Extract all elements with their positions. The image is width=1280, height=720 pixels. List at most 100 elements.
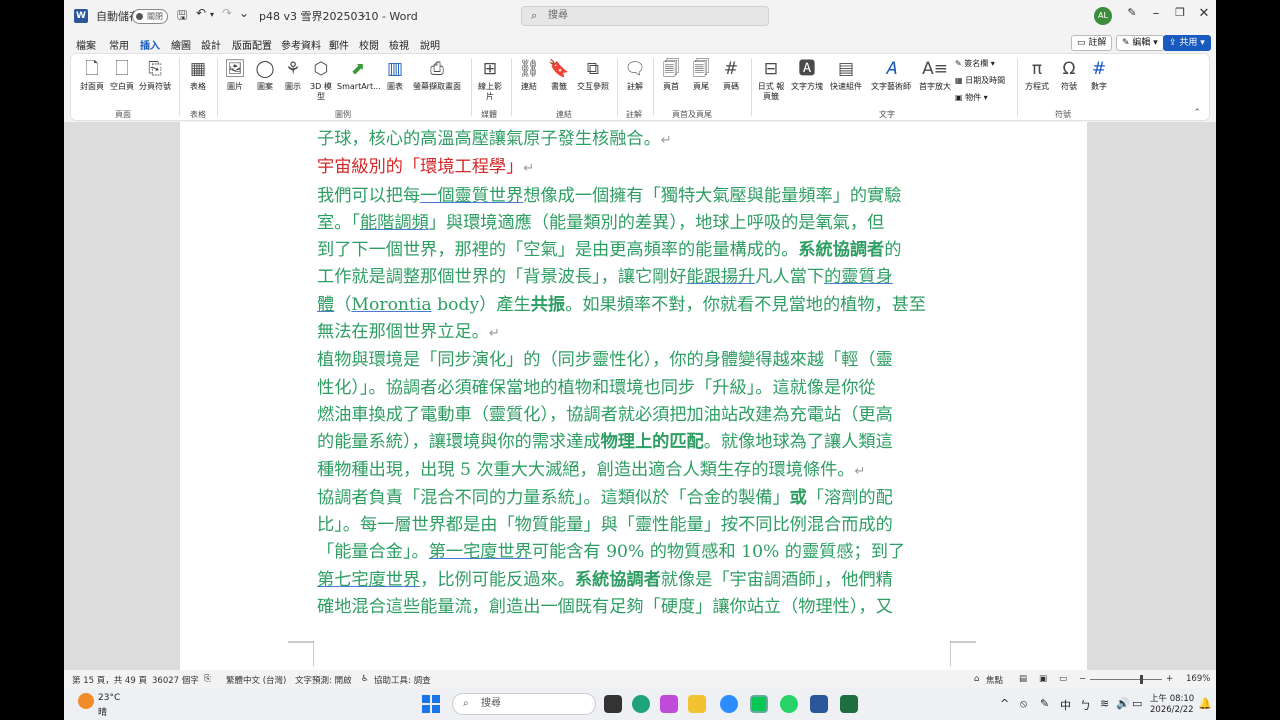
tab-home[interactable]: 常用 xyxy=(109,37,129,52)
online-video-button[interactable]: ⊞ 線上影片 xyxy=(475,58,505,102)
tab-file[interactable]: 檔案 xyxy=(76,37,96,52)
text-box-button[interactable]: 🅰 文字方塊 xyxy=(789,58,825,92)
redo-icon[interactable]: ↷ xyxy=(222,6,232,20)
pictures-button[interactable]: 🖼 圖片 xyxy=(221,58,249,92)
avatar[interactable]: AL xyxy=(1094,7,1112,25)
proofing-icon[interactable]: ⎘ xyxy=(204,674,211,684)
tab-draw[interactable]: 繪圖 xyxy=(171,37,191,52)
zoom-out-icon[interactable]: − xyxy=(1079,674,1086,684)
zoom-in-icon[interactable]: + xyxy=(1166,674,1173,684)
editing-button[interactable]: ✎ 編輯 ▾ xyxy=(1116,35,1164,51)
document-page[interactable]: 子球，核心的高溫高壓讓氣原子發生核融合。↵ 宇宙級別的「環境工程學」↵ 我們可以… xyxy=(180,122,1087,670)
task-view-icon[interactable] xyxy=(604,695,622,713)
text-prediction[interactable]: 文字預測: 開啟 xyxy=(295,674,352,686)
autosave-toggle[interactable]: 關閉 xyxy=(132,9,168,24)
cover-page-button[interactable]: 🗋 封面頁 xyxy=(77,58,107,92)
quick-parts-button[interactable]: ⊟ 日式 報頁籤 xyxy=(755,58,787,102)
header-button[interactable]: 🗐 頁首 xyxy=(657,58,685,92)
collapse-ribbon-icon[interactable]: ⌃ xyxy=(1193,108,1201,118)
word-count[interactable]: 36027 個字 xyxy=(152,674,199,686)
accessibility-icon[interactable]: ♿ xyxy=(361,674,369,684)
word-taskbar-icon[interactable] xyxy=(810,695,828,713)
share-button[interactable]: ⇪ 共用 ▾ xyxy=(1163,35,1211,51)
copilot-icon[interactable] xyxy=(660,695,678,713)
volume-icon[interactable]: 🔊 xyxy=(1116,697,1130,710)
weather-temp[interactable]: 23°C xyxy=(98,693,120,703)
comment-button[interactable]: 🗨 註解 xyxy=(621,58,649,92)
battery-saver-icon[interactable]: ⦸ xyxy=(1020,697,1027,711)
drop-cap-button[interactable]: A≡ 首字放大 xyxy=(917,58,953,92)
page-number-button[interactable]: # 頁碼 xyxy=(717,58,745,92)
undo-icon[interactable]: ↶ xyxy=(196,6,206,20)
shapes-button[interactable]: ◯ 圖案 xyxy=(251,58,279,92)
zoom-app-icon[interactable] xyxy=(720,695,738,713)
chart-button[interactable]: ▥ 圖表 xyxy=(381,58,409,92)
ime-language[interactable]: 中 xyxy=(1060,697,1071,713)
tab-references[interactable]: 參考資料 xyxy=(281,37,321,52)
wifi-icon[interactable]: ≋ xyxy=(1100,697,1109,710)
line-app-icon[interactable] xyxy=(750,695,768,713)
screenshot-button[interactable]: ⎙ 螢幕擷取畫面 xyxy=(409,58,465,92)
icons-button[interactable]: ⚘ 圖示 xyxy=(281,58,305,92)
symbol-button[interactable]: Ω 符號 xyxy=(1055,58,1083,92)
tab-view[interactable]: 檢視 xyxy=(389,37,409,52)
print-layout-icon[interactable]: ▣ xyxy=(1039,674,1047,684)
clock-date[interactable]: 2026/2/22 xyxy=(1150,705,1194,715)
focus-mode[interactable]: 焦點 xyxy=(986,674,1003,686)
excel-taskbar-icon[interactable] xyxy=(840,695,858,713)
blank-page-button[interactable]: 🗌 空白頁 xyxy=(107,58,137,92)
chevron-up-icon[interactable]: ^ xyxy=(1000,697,1009,710)
restore-icon[interactable]: ❐ xyxy=(1170,6,1190,19)
minimize-icon[interactable]: – xyxy=(1146,6,1166,21)
comments-button[interactable]: ▭ 註解 xyxy=(1071,35,1113,51)
link-button[interactable]: ⛓ 連結 xyxy=(515,58,543,92)
table-button[interactable]: ▦ 表格 xyxy=(183,58,213,92)
tab-mailings[interactable]: 郵件 xyxy=(329,37,349,52)
taskbar-search[interactable]: ⌕ 搜尋 xyxy=(452,693,596,715)
zoom-level[interactable]: 169% xyxy=(1186,674,1210,684)
document-body[interactable]: 子球，核心的高溫高壓讓氣原子發生核融合。↵ 宇宙級別的「環境工程學」↵ 我們可以… xyxy=(317,126,957,621)
undo-dropdown-icon[interactable]: ▾ xyxy=(210,10,214,19)
equation-button[interactable]: π 方程式 xyxy=(1021,58,1053,92)
onenote-icon[interactable]: ✎ xyxy=(1040,697,1049,710)
windows-start-icon[interactable] xyxy=(422,695,440,713)
cross-reference-button[interactable]: ⧉ 交互參照 xyxy=(573,58,613,92)
accessibility-status[interactable]: 協助工具: 調查 xyxy=(374,674,431,686)
tab-design[interactable]: 設計 xyxy=(201,37,221,52)
signature-line-button[interactable]: ✎ 簽名欄 ▾ xyxy=(955,58,995,69)
whatsapp-icon[interactable] xyxy=(780,695,798,713)
weather-icon[interactable] xyxy=(78,693,94,709)
clock-time[interactable]: 上午 08:10 xyxy=(1150,692,1194,704)
date-time-button[interactable]: ▦ 日期及時間 xyxy=(955,75,1005,86)
tab-help[interactable]: 說明 xyxy=(420,37,440,52)
zoom-slider[interactable] xyxy=(1090,679,1162,680)
title-dropdown-icon[interactable]: ⌄ xyxy=(360,10,368,20)
number-button[interactable]: # 數字 xyxy=(1085,58,1113,92)
object-button[interactable]: ▣ 物件 ▾ xyxy=(955,92,988,103)
tab-review[interactable]: 校閱 xyxy=(359,37,379,52)
language[interactable]: 繁體中文 (台灣) xyxy=(226,674,286,686)
weather-desc[interactable]: 晴 xyxy=(98,705,107,718)
read-mode-icon[interactable]: ▤ xyxy=(1019,674,1027,684)
page-break-button[interactable]: ⎘ 分頁符號 xyxy=(137,58,173,92)
smartart-button[interactable]: ⬈ SmartArt... xyxy=(337,58,381,92)
3d-models-button[interactable]: ⬡ 3D 模型 xyxy=(307,58,335,102)
bookmark-button[interactable]: 🔖 書籤 xyxy=(545,58,573,92)
pen-icon[interactable]: ✎ xyxy=(1122,6,1142,19)
file-explorer-icon[interactable] xyxy=(688,695,706,713)
zoom-slider-thumb[interactable] xyxy=(1140,675,1143,684)
battery-icon[interactable]: ▭ xyxy=(1132,697,1142,710)
wordart-button[interactable]: 𝐴 文字藝術師 xyxy=(867,58,915,92)
edge-icon[interactable] xyxy=(632,695,650,713)
web-layout-icon[interactable]: ▭ xyxy=(1059,674,1067,684)
page-count[interactable]: 第 15 頁，共 49 頁 xyxy=(72,674,147,686)
search-box[interactable]: ⌕ 搜尋 xyxy=(521,6,769,26)
tab-insert[interactable]: 插入 xyxy=(140,37,160,56)
customize-toolbar-icon[interactable]: ⌄ xyxy=(239,6,249,20)
notifications-icon[interactable]: 🔔 xyxy=(1198,697,1212,710)
ime-mode-icon[interactable]: ㄅ xyxy=(1080,697,1091,713)
footer-button[interactable]: 🗐 頁尾 xyxy=(687,58,715,92)
document-area[interactable]: 子球，核心的高溫高壓讓氣原子發生核融合。↵ 宇宙級別的「環境工程學」↵ 我們可以… xyxy=(64,122,1216,670)
display-settings-icon[interactable]: ⌂ xyxy=(974,674,979,684)
save-icon[interactable]: 🖫 xyxy=(177,6,187,27)
